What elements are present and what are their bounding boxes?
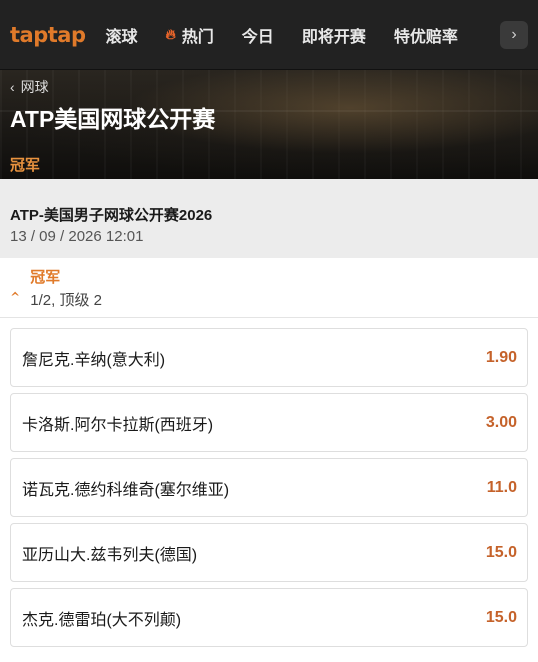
nav-item-today[interactable]: 今日 — [242, 23, 274, 47]
selection-odds[interactable]: 15.0 — [486, 609, 517, 627]
selection-list: 詹尼克.辛纳(意大利) 1.90 卡洛斯.阿尔卡拉斯(西班牙) 3.00 诺瓦克… — [0, 318, 538, 662]
chevron-left-icon: ‹ — [10, 79, 15, 95]
selection-row[interactable]: 诺瓦克.德约科维奇(塞尔维亚) 11.0 — [10, 458, 528, 517]
selection-row[interactable]: 亚历山大.兹韦列夫(德国) 15.0 — [10, 523, 528, 582]
selection-odds[interactable]: 3.00 — [486, 414, 517, 432]
nav-scroll-right-button[interactable]: › — [500, 20, 528, 49]
selection-name: 诺瓦克.德约科维奇(塞尔维亚) — [22, 481, 230, 499]
event-datetime: 13 / 09 / 2026 12:01 — [10, 228, 144, 245]
chevron-right-icon: › — [511, 25, 517, 43]
nav-item-upcoming[interactable]: 即将开赛 — [302, 23, 366, 47]
market-header[interactable]: ‸ 冠军 1/2, 顶级 2 — [0, 258, 538, 318]
hero-banner: ‹ 网球 ATP美国网球公开赛 冠军 — [0, 70, 538, 179]
page-title: ATP美国网球公开赛 — [10, 106, 216, 132]
market-description: 1/2, 顶级 2 — [30, 291, 102, 309]
nav-item-label: 即将开赛 — [301, 28, 366, 46]
selection-name: 卡洛斯.阿尔卡拉斯(西班牙) — [22, 416, 214, 434]
event-header: ATP-美国男子网球公开赛2026 13 / 09 / 2026 12:01 — [0, 179, 538, 258]
nav-item-label: 热门 — [181, 28, 214, 46]
selection-name: 詹尼克.辛纳(意大利) — [22, 351, 166, 369]
breadcrumb[interactable]: ‹ 网球 — [10, 77, 528, 97]
nav-item-label: 滚球 — [105, 28, 138, 46]
top-nav: taptap 滚球 🔥︎ 热门 今日 即将开赛 特优赔率 › — [0, 0, 538, 70]
breadcrumb-label: 网球 — [20, 79, 49, 95]
nav-item-label: 特优赔率 — [393, 28, 458, 46]
nav-item-live[interactable]: 滚球 — [105, 23, 137, 47]
selection-odds[interactable]: 11.0 — [487, 479, 517, 497]
nav-item-boosted-odds[interactable]: 特优赔率 — [394, 23, 458, 47]
event-name: ATP-美国男子网球公开赛2026 — [10, 207, 213, 224]
market-title: 冠军 — [30, 268, 61, 286]
selection-row[interactable]: 卡洛斯.阿尔卡拉斯(西班牙) 3.00 — [10, 393, 528, 452]
selection-row[interactable]: 杰克.德雷珀(大不列颠) 15.0 — [10, 588, 528, 647]
selection-row[interactable]: 詹尼克.辛纳(意大利) 1.90 — [10, 328, 528, 387]
selection-odds[interactable]: 15.0 — [486, 544, 517, 562]
selection-name: 杰克.德雷珀(大不列颠) — [22, 611, 182, 629]
market-info: 冠军 1/2, 顶级 2 — [30, 266, 102, 310]
logo[interactable]: taptap — [10, 23, 86, 47]
page-subtitle: 冠军 — [10, 157, 41, 174]
chevron-up-icon: ‸ — [10, 279, 21, 295]
nav-item-hot[interactable]: 🔥︎ 热门 — [166, 23, 214, 47]
selection-odds[interactable]: 1.90 — [486, 349, 517, 367]
flame-icon: 🔥︎ — [165, 26, 176, 42]
selection-name: 亚历山大.兹韦列夫(德国) — [22, 546, 198, 564]
nav-item-label: 今日 — [241, 28, 274, 46]
